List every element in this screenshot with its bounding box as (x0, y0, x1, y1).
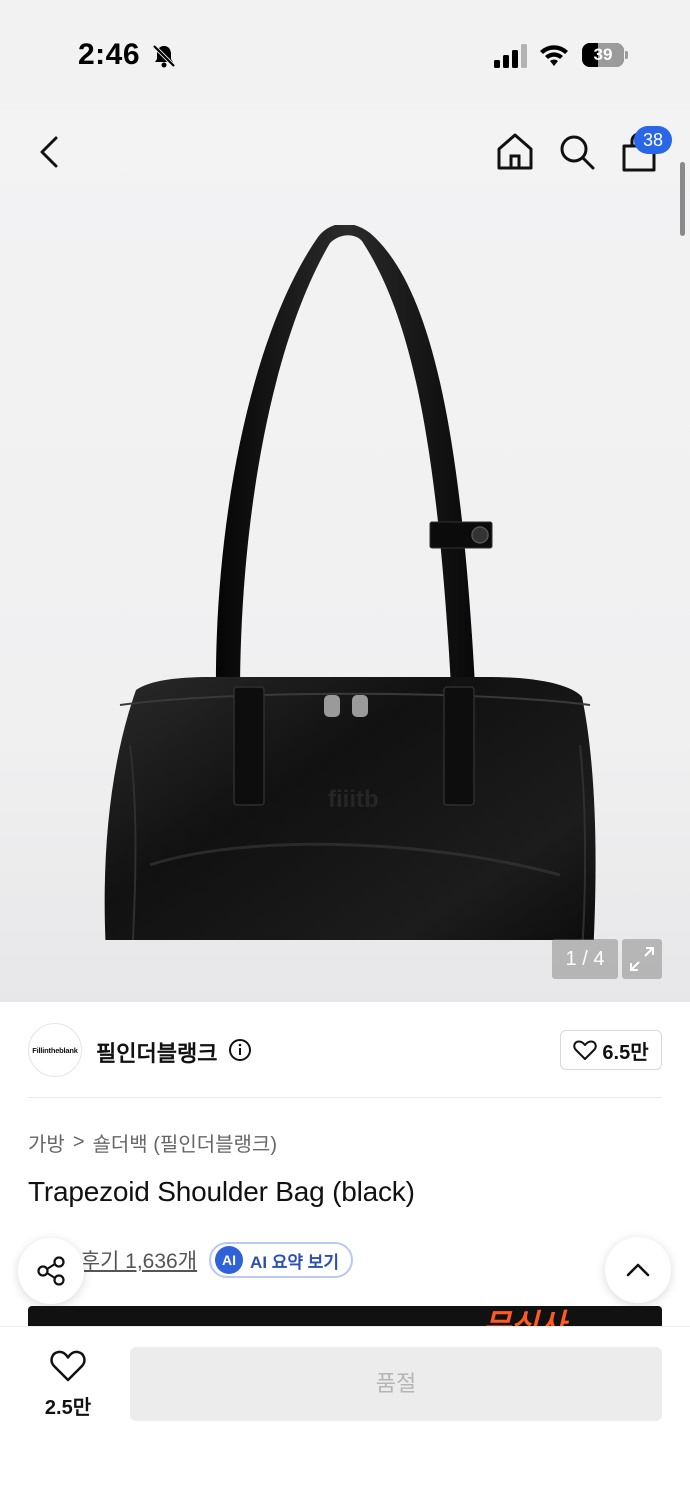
product-gallery[interactable]: 38 fiiitb 1 / 4 (0, 110, 690, 1002)
ai-icon: AI (215, 1246, 244, 1274)
product-image: fiiitb (104, 225, 596, 940)
wish-count: 2.5만 (44, 1397, 92, 1419)
search-icon[interactable] (556, 130, 598, 174)
banner-text: 무신사 (483, 1309, 566, 1326)
share-icon (37, 1256, 65, 1286)
battery-level: 39 (593, 45, 613, 64)
brand-logo[interactable]: Fillintheblank (28, 1023, 82, 1077)
soldout-button[interactable]: 품절 (130, 1347, 662, 1421)
breadcrumb-item-subcategory[interactable]: 숄더백 (필인더블랭크) (93, 1128, 277, 1157)
heart-icon[interactable] (50, 1349, 86, 1383)
share-button[interactable] (18, 1238, 84, 1304)
bag-emboss: fiiitb (328, 786, 379, 813)
expand-icon[interactable] (622, 939, 662, 979)
status-bar: 2:46 39 (0, 0, 690, 110)
promo-banner[interactable]: 무신사 (28, 1306, 662, 1326)
gallery-pager: 1 / 4 (552, 939, 618, 979)
review-link[interactable]: 후기 1,636개 (81, 1245, 197, 1275)
breadcrumb-item-category[interactable]: 가방 (28, 1128, 65, 1157)
brand-name[interactable]: 필인더블랭크 (96, 1036, 217, 1068)
wifi-icon (540, 45, 568, 66)
bottom-action-bar: 2.5만 품절 (0, 1326, 690, 1500)
product-title: Trapezoid Shoulder Bag (black) (28, 1176, 415, 1207)
info-icon[interactable] (228, 1038, 252, 1062)
ai-summary-button[interactable]: AI AI 요약 보기 (209, 1242, 354, 1278)
home-icon[interactable] (494, 130, 536, 174)
signal-icon (494, 44, 527, 68)
bell-slash-icon (152, 44, 176, 68)
chevron-up-icon (626, 1263, 650, 1277)
chevron-left-icon[interactable] (30, 130, 70, 174)
status-time: 2:46 (78, 38, 141, 71)
brand-logo-text: Fillintheblank (32, 1045, 78, 1055)
scrollbar[interactable] (680, 162, 685, 236)
breadcrumb-separator: > (72, 1131, 85, 1153)
brand-like-count: 6.5만 (602, 1041, 649, 1064)
divider (28, 1097, 662, 1098)
breadcrumb: 가방 > 숄더백 (필인더블랭크) (28, 1128, 277, 1157)
heart-icon (573, 1040, 598, 1060)
ai-summary-label: AI 요약 보기 (250, 1252, 340, 1272)
battery-icon: 39 (582, 43, 628, 67)
scroll-top-button[interactable] (605, 1237, 671, 1303)
brand-like-button[interactable]: 6.5만 (560, 1030, 662, 1070)
cart-badge: 38 (634, 126, 672, 154)
